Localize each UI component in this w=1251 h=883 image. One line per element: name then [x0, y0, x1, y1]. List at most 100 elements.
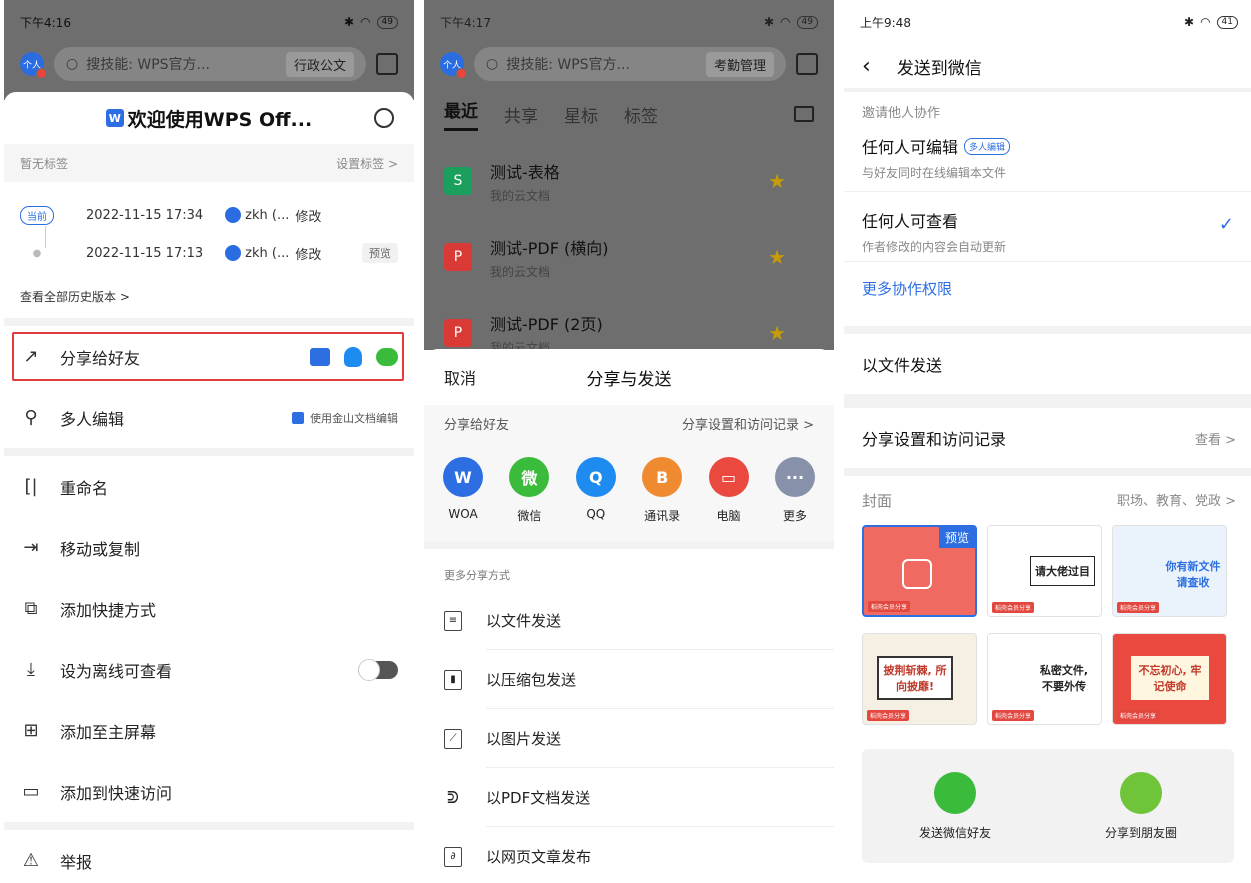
share-moments-button[interactable]: 分享到朋友圈: [1105, 771, 1177, 841]
battery-icon: 41: [1216, 15, 1238, 29]
zip-icon: ▮: [444, 669, 462, 690]
file-row[interactable]: S 测试-表格 我的云文档 ★: [444, 156, 814, 206]
cover-card[interactable]: 不忘初心, 牢记使命 稻壳会员分享: [1112, 633, 1227, 725]
woa-icon[interactable]: [310, 347, 330, 366]
woa-icon: W: [443, 457, 483, 497]
share-settings-row[interactable]: 分享设置和访问记录 查看 >: [844, 408, 1251, 468]
cover-card[interactable]: 预览 稻壳会员分享: [862, 525, 977, 617]
qq-icon[interactable]: [344, 346, 362, 367]
webpage-icon: ∂: [444, 846, 462, 867]
cover-categories-link[interactable]: 职场、教育、党政 >: [1117, 490, 1236, 511]
top-bar: 个人 ○ 搜技能: WPS官方... 考勤管理: [424, 44, 834, 84]
tab-recent[interactable]: 最近: [444, 97, 478, 131]
menu-multi-edit[interactable]: ⚲ 多人编辑 使用金山文档编辑: [4, 387, 414, 448]
search-tag[interactable]: 行政公文: [285, 51, 354, 77]
wifi-icon: ◠: [360, 15, 371, 29]
status-time: 下午4:16: [20, 15, 71, 30]
avatar-badge: [456, 68, 467, 79]
status-bar: 上午9:48 ✱ ◠ 41: [844, 0, 1251, 44]
avatar[interactable]: 个人: [20, 52, 47, 79]
more-permissions-link[interactable]: 更多协作权限: [844, 262, 1251, 314]
bluetooth-icon: ✱: [344, 15, 355, 29]
star-icon[interactable]: ★: [768, 169, 786, 193]
tab-starred[interactable]: 星标: [564, 102, 598, 127]
pdf-icon: P: [444, 319, 472, 347]
menu-add-shortcut[interactable]: ⧉ 添加快捷方式: [4, 578, 414, 639]
share-wechat[interactable]: 微微信: [504, 457, 554, 541]
share-qq[interactable]: Q QQ: [571, 457, 621, 541]
search-tag[interactable]: 考勤管理: [705, 51, 774, 77]
send-as-image[interactable]: ⟋ 以图片发送: [424, 709, 834, 768]
menu-share-friends[interactable]: ↗ 分享给好友: [4, 326, 414, 387]
nav-header: ‹ 发送到微信: [844, 44, 1251, 88]
cover-card[interactable]: 私密文件, 不要外传 稻壳会员分享: [987, 633, 1102, 725]
menu-move-copy[interactable]: ⇥ 移动或复制: [4, 517, 414, 578]
share-more[interactable]: ··· 更多: [770, 457, 820, 541]
contacts-icon: B: [642, 457, 683, 497]
search-icon: ○: [486, 56, 499, 72]
cover-card[interactable]: 披荆斩棘, 所向披靡! 稻壳会员分享: [862, 633, 977, 725]
scan-icon[interactable]: [796, 53, 818, 75]
search-input[interactable]: ○ 搜技能: WPS官方... 行政公文: [54, 47, 366, 81]
perm-anyone-view[interactable]: 任何人可查看 作者修改的内容会自动更新 ✓: [844, 192, 1251, 262]
share-targets: W WOA 微微信 Q QQ B 通讯录 ▭ 电脑 ··· 更多: [424, 441, 834, 541]
rename-icon: [|: [24, 476, 38, 497]
offline-toggle[interactable]: [358, 658, 398, 681]
back-icon[interactable]: ‹: [862, 54, 871, 79]
battery-icon: 49: [376, 15, 398, 29]
view-link[interactable]: 查看 >: [1195, 429, 1236, 448]
send-as-file[interactable]: ≡ 以文件发送: [424, 591, 834, 650]
wechat-icon[interactable]: [376, 347, 398, 366]
sheet-header: 取消 分享与发送: [424, 349, 834, 405]
tab-shared[interactable]: 共享: [504, 102, 538, 127]
file-action-sheet: W 欢迎使用WPS Off... 暂无标签 设置标签 > 当前 2022-11-…: [4, 92, 414, 883]
menu-add-home[interactable]: ⊞ 添加至主屏幕: [4, 700, 414, 761]
cover-card[interactable]: 你有新文件 请查收 稻壳会员分享: [1112, 525, 1227, 617]
dim-overlay[interactable]: 下午4:16 ✱ ◠ 49 个人 ○ 搜技能: WPS官方... 行政公文: [4, 0, 414, 100]
folder-icon[interactable]: [794, 106, 814, 122]
share-computer[interactable]: ▭ 电脑: [704, 457, 754, 541]
sheet-title: 分享与发送: [586, 369, 672, 390]
menu-rename[interactable]: [| 重命名: [4, 456, 414, 517]
share-contacts[interactable]: B 通讯录: [637, 457, 687, 541]
send-as-zip[interactable]: ▮ 以压缩包发送: [424, 650, 834, 709]
avatar[interactable]: 个人: [440, 52, 467, 79]
cancel-button[interactable]: 取消: [444, 365, 476, 389]
file-row[interactable]: P 测试-PDF (横向) 我的云文档 ★: [444, 232, 814, 282]
send-as-file-row[interactable]: 以文件发送: [844, 334, 1251, 394]
share-woa[interactable]: W WOA: [438, 457, 488, 541]
set-tags-link[interactable]: 设置标签 >: [336, 155, 398, 172]
star-icon[interactable]: ★: [768, 321, 786, 345]
collab-section: 邀请他人协作 任何人可编辑 多人编辑 与好友同时在线编辑本文件 任何人可查看 作者…: [844, 92, 1251, 326]
star-icon[interactable]: ★: [768, 245, 786, 269]
preview-button[interactable]: 预览: [362, 243, 398, 263]
share-settings-link[interactable]: 分享设置和访问记录 >: [682, 414, 814, 433]
wifi-icon: ◠: [1200, 15, 1211, 29]
send-as-pdf[interactable]: ᕲ 以PDF文档发送: [424, 768, 834, 827]
move-icon: ⇥: [23, 537, 39, 558]
search-input[interactable]: ○ 搜技能: WPS官方... 考勤管理: [474, 47, 786, 81]
history-row[interactable]: ● 2022-11-15 17:13 zkh (... 修改 预览: [20, 234, 398, 272]
publish-webpage[interactable]: ∂ 以网页文章发布: [424, 827, 834, 883]
version-history: 当前 2022-11-15 17:34 zkh (... 修改 ● 2022-1…: [4, 182, 414, 304]
bluetooth-icon: ✱: [1184, 15, 1195, 29]
history-row[interactable]: 当前 2022-11-15 17:34 zkh (... 修改: [20, 196, 398, 234]
avatar-badge: [36, 68, 47, 79]
spreadsheet-icon: S: [444, 167, 472, 195]
perm-anyone-edit[interactable]: 任何人可编辑 多人编辑 与好友同时在线编辑本文件: [844, 128, 1251, 192]
multi-edit-badge: 多人编辑: [964, 137, 1011, 155]
send-wechat-friend-button[interactable]: 发送微信好友: [919, 771, 991, 841]
user-add-icon: ⚲: [24, 407, 38, 428]
cloud-icon[interactable]: [374, 108, 394, 128]
qq-icon: Q: [575, 457, 616, 497]
dim-overlay[interactable]: 下午4:17 ✱ ◠ 49 个人 ○ 搜技能: WPS官方... 考勤管理 最近…: [424, 0, 834, 355]
more-share-label: 更多分享方式: [444, 569, 510, 582]
share-friends-header: 分享给好友 分享设置和访问记录 >: [424, 405, 834, 441]
cover-card[interactable]: 请大佬过目 稻壳会员分享: [987, 525, 1102, 617]
tab-tags[interactable]: 标签: [624, 102, 658, 127]
menu-report[interactable]: ⚠ 举报: [4, 830, 414, 883]
file-tabs: 最近 共享 星标 标签: [424, 92, 834, 136]
scan-icon[interactable]: [376, 53, 398, 75]
menu-offline[interactable]: ⤓ 设为离线可查看: [4, 639, 414, 700]
menu-quick-access[interactable]: ▭ 添加到快速访问: [4, 761, 414, 822]
